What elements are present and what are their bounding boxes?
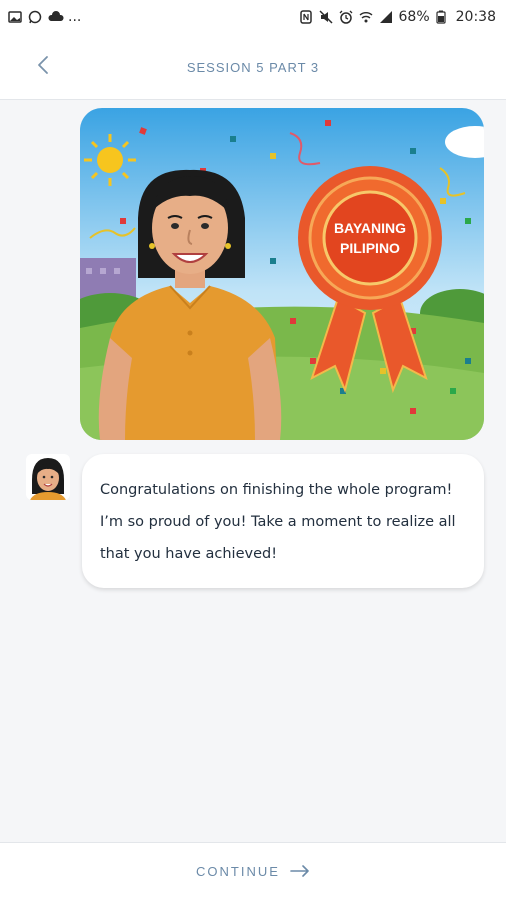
message-bubble: Congratulations on finishing the whole p… bbox=[82, 454, 484, 588]
header: SESSION 5 PART 3 bbox=[0, 34, 506, 100]
celebration-illustration: BAYANING PILIPINO bbox=[80, 108, 484, 440]
alarm-icon bbox=[339, 10, 353, 24]
cloud-icon bbox=[48, 10, 64, 24]
continue-label: CONTINUE bbox=[196, 864, 280, 879]
wifi-icon bbox=[359, 10, 373, 24]
status-bar: ... 68% 20:38 bbox=[0, 0, 506, 34]
chat-area: BAYANING PILIPINO Congratulations on fin… bbox=[0, 100, 506, 842]
clock: 20:38 bbox=[455, 9, 496, 25]
message-text: Congratulations on finishing the whole p… bbox=[100, 482, 456, 562]
status-ellipsis: ... bbox=[68, 9, 82, 25]
footer: CONTINUE bbox=[0, 842, 506, 900]
status-left: ... bbox=[8, 9, 81, 25]
ribbon-text-line2: PILIPINO bbox=[340, 240, 400, 256]
nfc-icon bbox=[299, 10, 313, 24]
whatsapp-icon bbox=[28, 10, 42, 24]
page-title: SESSION 5 PART 3 bbox=[186, 60, 320, 75]
battery-level: 68% bbox=[398, 9, 430, 25]
arrow-right-icon bbox=[290, 862, 310, 881]
battery-icon bbox=[436, 10, 450, 24]
mute-icon bbox=[318, 10, 333, 24]
status-right: 68% 20:38 bbox=[299, 9, 496, 25]
gallery-icon bbox=[8, 10, 22, 24]
signal-icon bbox=[379, 10, 393, 24]
ribbon-text-line1: BAYANING bbox=[334, 220, 406, 236]
avatar bbox=[26, 454, 70, 500]
continue-button[interactable]: CONTINUE bbox=[196, 862, 310, 881]
